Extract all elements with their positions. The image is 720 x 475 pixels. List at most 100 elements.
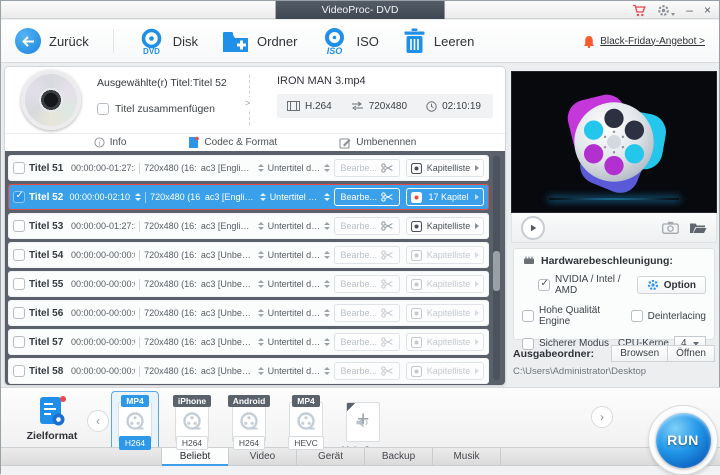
chapter-list-button[interactable]: Kapitelliste bbox=[405, 159, 484, 177]
tab-musik[interactable]: Musik bbox=[433, 448, 501, 465]
tab-gerät[interactable]: Gerät bbox=[297, 448, 365, 465]
open-button[interactable]: Öffnen bbox=[668, 345, 715, 362]
merge-titles-checkbox[interactable] bbox=[97, 103, 109, 115]
option-button[interactable]: Option bbox=[636, 276, 706, 294]
iso-button[interactable]: ISO ISO bbox=[321, 27, 379, 55]
scroll-right-button[interactable]: › bbox=[591, 406, 613, 428]
tab-info[interactable]: i Info bbox=[94, 137, 126, 148]
subtitle-spinner-icon[interactable] bbox=[324, 367, 331, 375]
chapter-list-button[interactable]: Kapitelliste bbox=[405, 333, 484, 351]
subtitle-spinner-icon[interactable] bbox=[324, 309, 331, 317]
scrollbar-track[interactable] bbox=[493, 156, 500, 380]
audio-track-select[interactable]: ac3 [Unbekannt] ... bbox=[201, 337, 254, 347]
row-checkbox[interactable] bbox=[13, 307, 25, 319]
subtitle-spinner-icon[interactable] bbox=[324, 338, 331, 346]
subtitle-select[interactable]: Untertitel deakti... bbox=[268, 366, 321, 376]
scrollbar-thumb[interactable] bbox=[493, 251, 500, 291]
table-row[interactable]: Titel 51 00:00:00-01:27:35 720x480 (16:9… bbox=[8, 155, 489, 181]
format-card[interactable]: MP4 HEVC bbox=[282, 391, 330, 454]
subtitle-spinner-icon[interactable] bbox=[324, 280, 331, 288]
audio-track-select[interactable]: ac3 [Unbekannt] ... bbox=[201, 366, 254, 376]
folder-button[interactable]: Ordner bbox=[222, 30, 297, 53]
audio-track-select[interactable]: ac3 [Unbekannt] ... bbox=[201, 279, 254, 289]
time-spinner-icon[interactable] bbox=[135, 193, 142, 201]
audio-spinner-icon[interactable] bbox=[257, 309, 264, 317]
edit-button[interactable]: Bearbe... bbox=[334, 362, 400, 380]
edit-button[interactable]: Bearbe... bbox=[334, 217, 400, 235]
subtitle-spinner-icon[interactable] bbox=[324, 193, 331, 201]
table-row[interactable]: Titel 55 00:00:00-00:00:00 720x480 (16:9… bbox=[8, 271, 489, 297]
edit-button[interactable]: Bearbe... bbox=[334, 304, 400, 322]
row-checkbox[interactable] bbox=[13, 249, 25, 261]
edit-button[interactable]: Bearbe... bbox=[334, 333, 400, 351]
audio-spinner-icon[interactable] bbox=[257, 222, 264, 230]
table-row[interactable]: Titel 56 00:00:00-00:00:00 720x480 (16:9… bbox=[8, 300, 489, 326]
format-card[interactable]: iPhone H264 bbox=[168, 391, 216, 454]
audio-spinner-icon[interactable] bbox=[257, 338, 264, 346]
deinterlacing-checkbox[interactable] bbox=[630, 310, 643, 322]
run-button[interactable]: RUN bbox=[655, 412, 711, 468]
format-card[interactable]: Android H264 bbox=[225, 391, 273, 454]
tab-codec-format[interactable]: Codec & Format bbox=[188, 136, 277, 149]
chapter-list-button[interactable]: Kapitelliste bbox=[405, 304, 484, 322]
row-checkbox[interactable] bbox=[13, 365, 25, 377]
audio-track-select[interactable]: ac3 [Unbekannt] ... bbox=[201, 308, 254, 318]
format-card[interactable]: MP4 H264 bbox=[111, 391, 159, 454]
video-preview[interactable] bbox=[511, 71, 717, 213]
table-row[interactable]: Titel 52 00:00:00-02:10:18 720x480 (16:9… bbox=[8, 184, 489, 210]
tab-backup[interactable]: Backup bbox=[365, 448, 433, 465]
minimize-button[interactable]: – bbox=[686, 4, 693, 16]
audio-spinner-icon[interactable] bbox=[259, 193, 266, 201]
back-button[interactable]: Zurück bbox=[15, 28, 89, 54]
subtitle-select[interactable]: Untertitel deakti... bbox=[268, 279, 321, 289]
tab-video[interactable]: Video bbox=[229, 448, 297, 465]
subtitle-spinner-icon[interactable] bbox=[324, 222, 331, 230]
row-checkbox[interactable] bbox=[13, 278, 25, 290]
table-row[interactable]: Titel 53 00:00:00-01:27:35 720x480 (16:9… bbox=[8, 213, 489, 239]
edit-button[interactable]: Bearbe... bbox=[334, 159, 400, 177]
scroll-left-button[interactable]: ‹ bbox=[87, 410, 109, 432]
audio-track-select[interactable]: ac3 [English] 6ch bbox=[205, 192, 256, 202]
add-format-button[interactable]: + bbox=[357, 408, 369, 432]
chapter-list-button[interactable]: Kapitelliste bbox=[405, 217, 484, 235]
row-checkbox[interactable] bbox=[13, 190, 25, 203]
subtitle-select[interactable]: Untertitel deakti... bbox=[268, 163, 321, 173]
cart-icon[interactable] bbox=[632, 4, 647, 17]
close-button[interactable]: × bbox=[704, 4, 711, 16]
snapshot-camera-icon[interactable] bbox=[662, 221, 679, 234]
settings-gear-icon[interactable] bbox=[657, 4, 676, 17]
subtitle-spinner-icon[interactable] bbox=[324, 251, 331, 259]
audio-track-select[interactable]: ac3 [Unbekannt] ... bbox=[201, 250, 254, 260]
audio-track-select[interactable]: ac3 [English] 6ch bbox=[201, 221, 254, 231]
audio-spinner-icon[interactable] bbox=[257, 280, 264, 288]
tab-rename[interactable]: Umbenennen bbox=[339, 137, 416, 149]
edit-button[interactable]: Bearbe... bbox=[334, 188, 400, 206]
open-folder-icon[interactable] bbox=[689, 221, 707, 234]
disk-button[interactable]: DVD Disk bbox=[138, 28, 198, 55]
edit-button[interactable]: Bearbe... bbox=[334, 246, 400, 264]
subtitle-select[interactable]: Untertitel deakti... bbox=[268, 250, 321, 260]
hw-accel-checkbox[interactable] bbox=[538, 278, 550, 291]
edit-button[interactable]: Bearbe... bbox=[334, 275, 400, 293]
row-checkbox[interactable] bbox=[13, 162, 25, 174]
chapter-list-button[interactable]: Kapitelliste bbox=[405, 362, 484, 380]
high-quality-checkbox[interactable] bbox=[522, 310, 534, 322]
table-row[interactable]: Titel 58 00:00:00-00:00:00 720x480 (16:9… bbox=[8, 358, 489, 384]
play-button[interactable] bbox=[521, 215, 545, 240]
chapter-list-button[interactable]: Kapitelliste bbox=[405, 246, 484, 264]
audio-track-select[interactable]: ac3 [English] 6ch bbox=[201, 163, 254, 173]
table-row[interactable]: Titel 57 00:00:00-00:00:00 720x480 (16:9… bbox=[8, 329, 489, 355]
audio-spinner-icon[interactable] bbox=[257, 251, 264, 259]
audio-spinner-icon[interactable] bbox=[257, 367, 264, 375]
audio-spinner-icon[interactable] bbox=[257, 164, 264, 172]
subtitle-select[interactable]: Untertitel deakti... bbox=[268, 221, 321, 231]
row-checkbox[interactable] bbox=[13, 336, 25, 348]
empty-button[interactable]: Leeren bbox=[403, 28, 474, 54]
browse-button[interactable]: Browsen bbox=[611, 345, 669, 362]
tab-beliebt[interactable]: Beliebt bbox=[161, 448, 229, 466]
subtitle-spinner-icon[interactable] bbox=[324, 164, 331, 172]
black-friday-offer-link[interactable]: Black-Friday-Angebot > bbox=[583, 35, 705, 48]
chapter-list-button[interactable]: 17 Kapitel bbox=[405, 188, 484, 206]
subtitle-select[interactable]: Untertitel deakti... bbox=[268, 337, 321, 347]
target-format-button[interactable]: Zielformat bbox=[17, 395, 87, 442]
